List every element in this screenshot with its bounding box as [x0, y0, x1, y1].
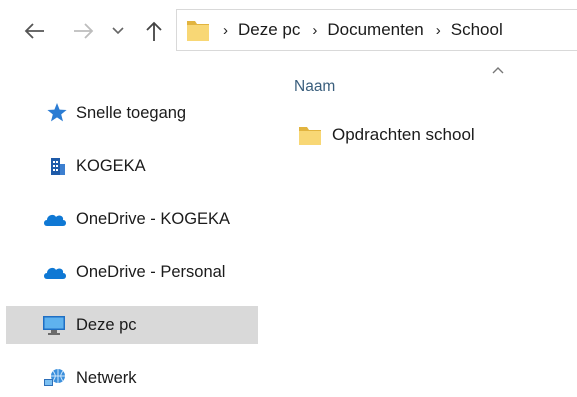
list-item[interactable]: Opdrachten school [292, 118, 552, 152]
sidebar-item-label: Snelle toegang [76, 103, 187, 122]
back-button[interactable] [20, 16, 48, 46]
sidebar-item-label: KOGEKA [76, 156, 146, 175]
sidebar-item-label: OneDrive - Personal [76, 262, 226, 281]
column-header-naam[interactable]: Naam [294, 78, 335, 96]
navigation-bar: › Deze pc › Documenten › School [0, 0, 577, 62]
caret-up-icon [492, 67, 504, 74]
forward-button[interactable] [70, 16, 98, 46]
up-button[interactable] [140, 16, 168, 46]
arrow-right-icon [74, 23, 94, 39]
cloud-icon [44, 267, 66, 279]
sidebar-item-kogeka[interactable]: KOGEKA [6, 147, 258, 185]
monitor-icon [43, 316, 65, 335]
chevron-down-icon [112, 27, 124, 35]
building-icon [51, 158, 65, 175]
sidebar-item-netwerk[interactable]: Netwerk [6, 359, 258, 397]
file-name: Opdrachten school [332, 125, 475, 144]
arrow-up-icon [146, 21, 162, 41]
arrow-left-icon [24, 23, 44, 39]
recent-locations-button[interactable] [108, 16, 128, 46]
sidebar-item-onedrive-kogeka[interactable]: OneDrive - KOGEKA [6, 200, 258, 238]
breadcrumb-deze-pc[interactable]: Deze pc [238, 20, 300, 40]
sidebar-item-onedrive-personal[interactable]: OneDrive - Personal [6, 253, 258, 291]
network-icon [44, 369, 65, 386]
sidebar-item-label: Deze pc [76, 315, 137, 334]
cloud-icon [44, 214, 66, 226]
address-bar[interactable]: › Deze pc › Documenten › School [176, 9, 577, 51]
breadcrumb-separator[interactable]: › [436, 22, 441, 39]
sidebar-item-label: Netwerk [76, 368, 137, 387]
sidebar-item-snelle-toegang[interactable]: Snelle toegang [6, 94, 258, 132]
sidebar-item-deze-pc[interactable]: Deze pc [6, 306, 258, 344]
breadcrumb-documenten[interactable]: Documenten [327, 20, 423, 40]
folder-icon [299, 127, 321, 145]
file-list: Naam Opdrachten school [262, 62, 577, 388]
breadcrumb-separator: › [223, 21, 228, 39]
breadcrumb-separator[interactable]: › [312, 22, 317, 39]
navigation-pane: Snelle toegang KOGEKA OneDrive - KOGEKA … [0, 62, 262, 388]
breadcrumb-school[interactable]: School [451, 20, 503, 40]
star-pin-icon [47, 103, 67, 122]
sidebar-item-label: OneDrive - KOGEKA [76, 209, 231, 228]
folder-icon [187, 21, 209, 41]
